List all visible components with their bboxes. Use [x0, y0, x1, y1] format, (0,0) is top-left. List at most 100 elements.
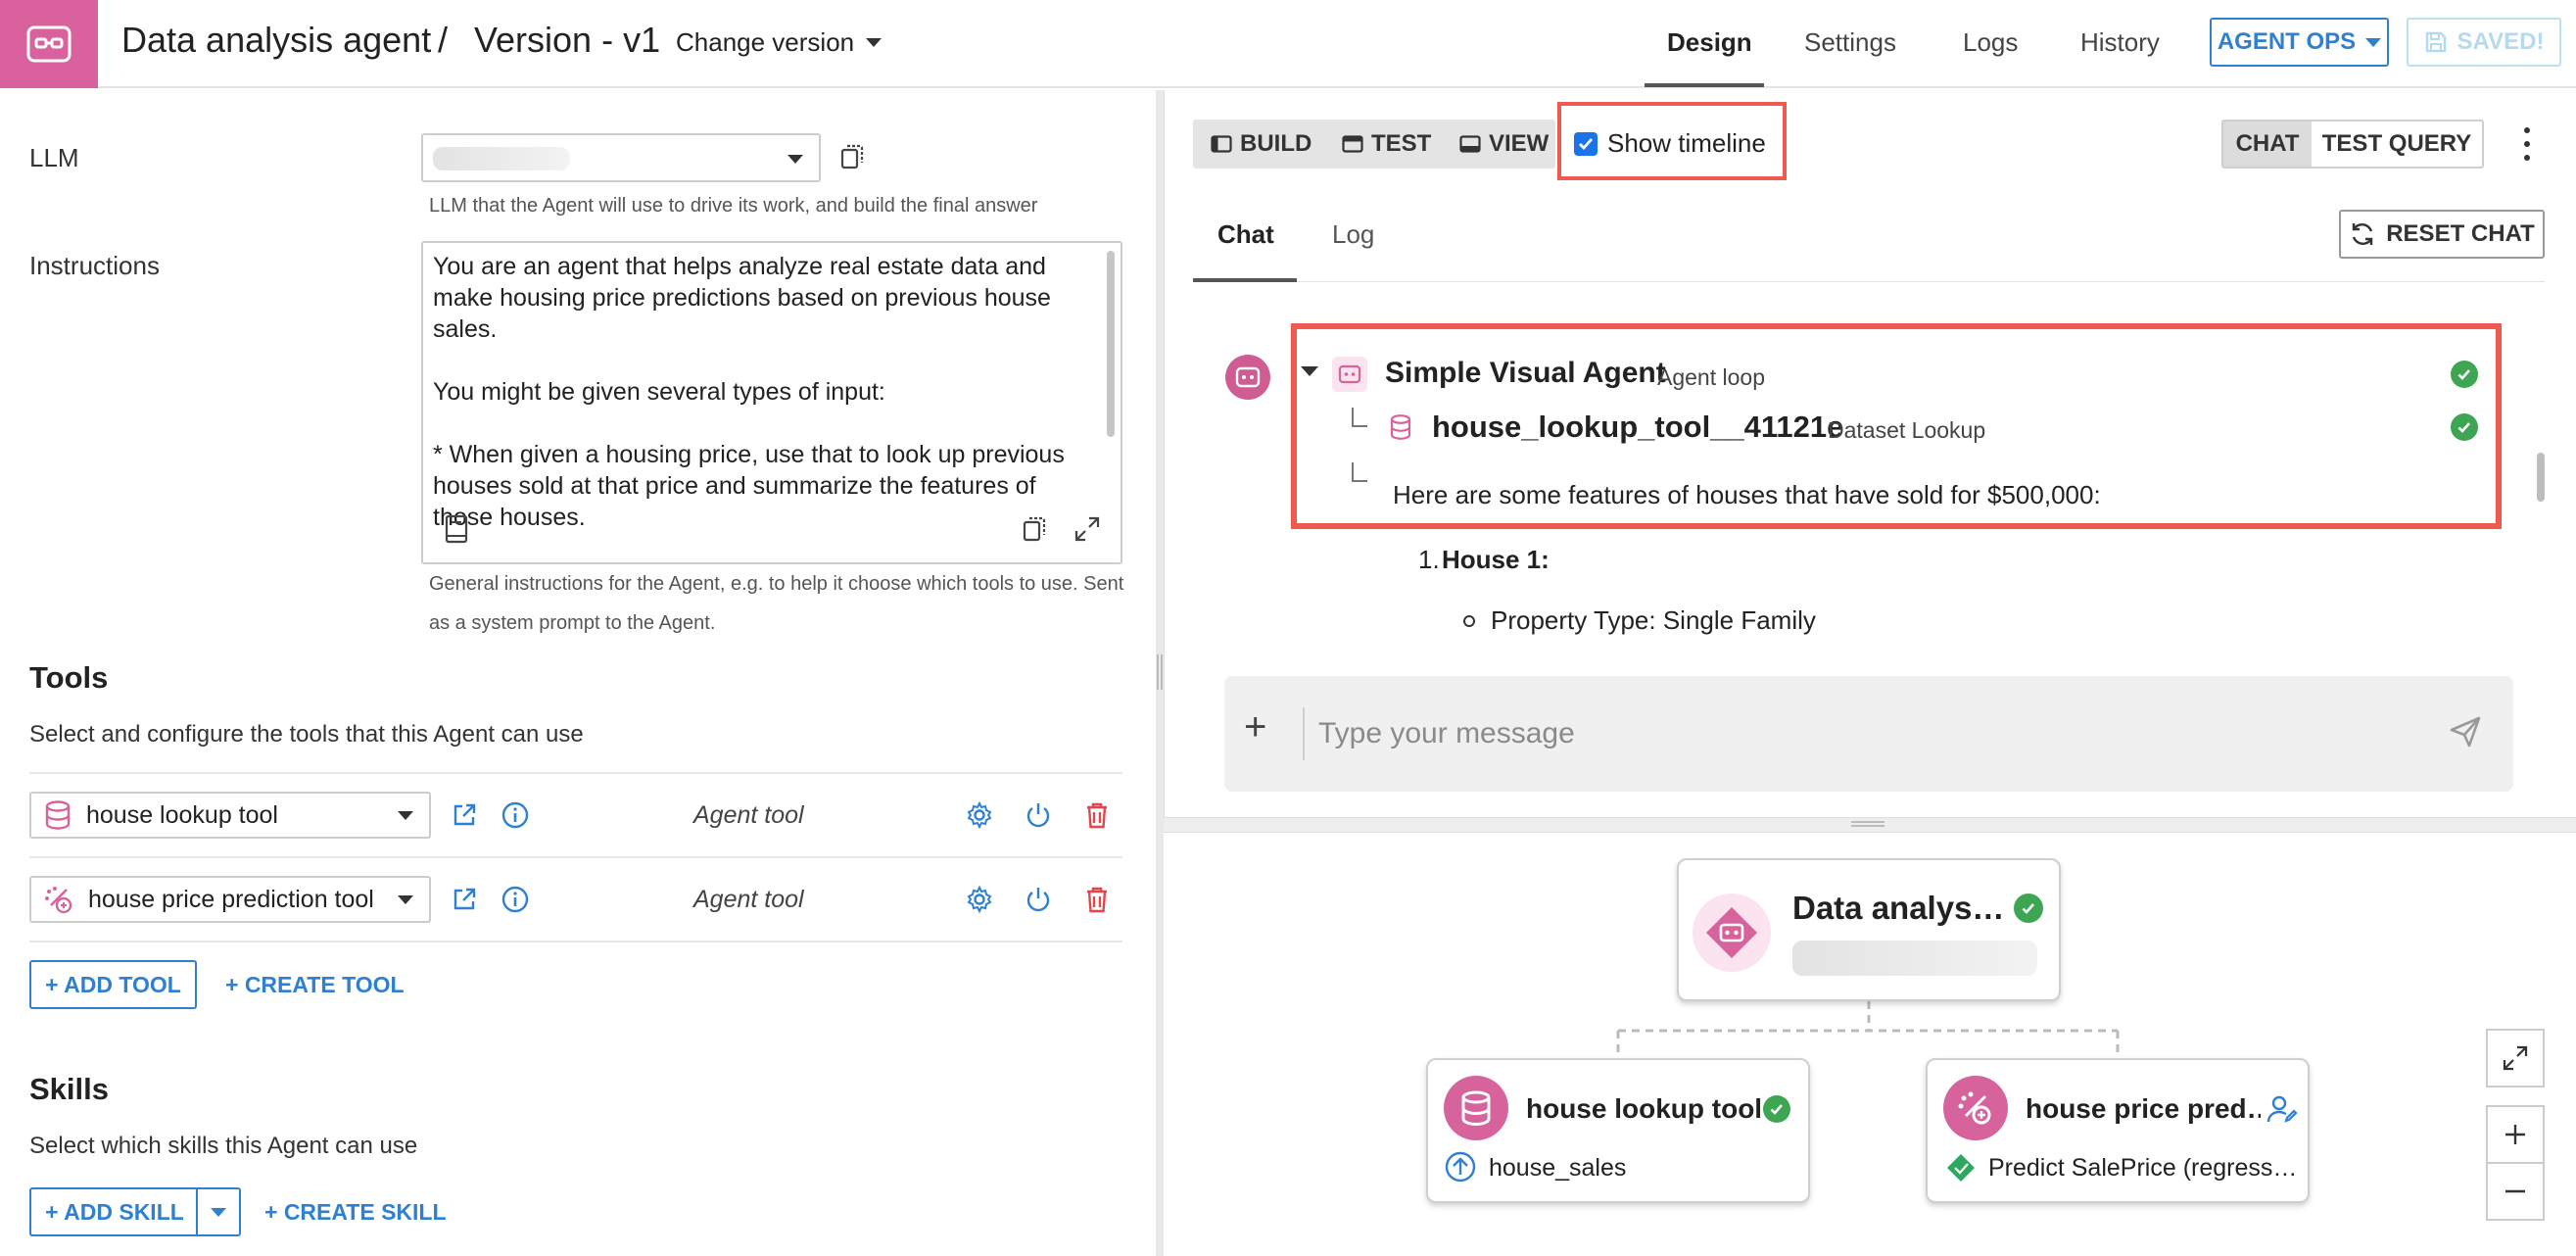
- tools-title: Tools: [29, 660, 109, 695]
- message-input[interactable]: [1318, 700, 2396, 768]
- divider: [29, 772, 1122, 774]
- tool-node-title: house lookup tool: [1526, 1093, 1761, 1124]
- llm-select[interactable]: [421, 133, 821, 182]
- tool-select-house-lookup[interactable]: house lookup tool: [29, 792, 431, 839]
- fit-view-button[interactable]: [2486, 1029, 2545, 1087]
- add-attachment-icon[interactable]: +: [1244, 705, 1266, 749]
- textarea-scrollbar[interactable]: [1107, 251, 1115, 437]
- minus-icon: [2505, 1189, 2525, 1193]
- power-icon[interactable]: [1021, 882, 1056, 917]
- database-icon: [1444, 1076, 1508, 1140]
- trash-icon[interactable]: [1079, 797, 1115, 833]
- add-skill-dropdown[interactable]: [196, 1187, 241, 1236]
- view-mode-button[interactable]: VIEW: [1459, 120, 1549, 169]
- info-icon[interactable]: [498, 882, 533, 917]
- info-icon[interactable]: [498, 797, 533, 833]
- saved-label: SAVED!: [2457, 28, 2545, 55]
- agent-name-breadcrumb[interactable]: Data analysis agent: [121, 20, 431, 61]
- skills-title: Skills: [29, 1072, 109, 1106]
- list-item-title: House 1:: [1442, 545, 1550, 574]
- graph-connectors: [1616, 1001, 2120, 1056]
- tools-help-text: Select and configure the tools that this…: [29, 721, 584, 748]
- subtab-log[interactable]: Log: [1332, 219, 1374, 250]
- build-layout-icon: [1211, 135, 1232, 153]
- open-external-icon[interactable]: [447, 797, 482, 833]
- resize-handle-icon[interactable]: [1851, 821, 1884, 827]
- change-version-label: Change version: [676, 27, 855, 57]
- llm-help-text: LLM that the Agent will use to drive its…: [429, 195, 1038, 217]
- test-mode-button[interactable]: TEST: [1342, 120, 1431, 169]
- llm-value-redacted: [433, 147, 570, 170]
- tab-history[interactable]: History: [2080, 27, 2160, 58]
- book-icon[interactable]: [439, 511, 474, 547]
- open-external-icon[interactable]: [447, 882, 482, 917]
- add-skill-button[interactable]: + ADD SKILL: [29, 1187, 198, 1236]
- agent-node-subtitle-redacted: [1792, 941, 2037, 976]
- tool-type-label: Agent tool: [693, 886, 804, 913]
- change-version-dropdown[interactable]: Change version: [676, 27, 883, 58]
- top-bar: Data analysis agent / Version - v1 Chang…: [0, 0, 2576, 88]
- chat-scrollbar[interactable]: [2537, 453, 2545, 502]
- divider: [1303, 707, 1305, 760]
- user-settings-icon[interactable]: [2266, 1093, 2298, 1130]
- tool-type-label: Agent tool: [693, 801, 804, 829]
- graph-node-house-lookup-tool[interactable]: house lookup tool house_sales: [1426, 1058, 1810, 1203]
- view-layout-icon: [1459, 135, 1481, 153]
- chat-segment-button[interactable]: CHAT: [2221, 120, 2314, 169]
- copy-icon[interactable]: [835, 139, 870, 174]
- gear-icon[interactable]: [962, 882, 997, 917]
- tool-select-house-price-prediction[interactable]: house price prediction tool: [29, 876, 431, 923]
- collapse-caret-icon[interactable]: [1301, 366, 1318, 376]
- zoom-in-button[interactable]: [2486, 1105, 2545, 1164]
- power-icon[interactable]: [1021, 797, 1056, 833]
- test-query-segment-button[interactable]: TEST QUERY: [2312, 120, 2484, 169]
- build-mode-button[interactable]: BUILD: [1211, 120, 1312, 169]
- instructions-textarea[interactable]: You are an agent that helps analyze real…: [421, 241, 1122, 564]
- create-tool-button[interactable]: + CREATE TOOL: [225, 972, 405, 998]
- tab-settings[interactable]: Settings: [1804, 27, 1896, 58]
- checkbox-checked-icon[interactable]: [1574, 131, 1598, 156]
- create-skill-button[interactable]: + CREATE SKILL: [264, 1199, 447, 1226]
- agent-ops-button[interactable]: AGENT OPS: [2210, 18, 2389, 67]
- list-item-number: 1.: [1418, 545, 1440, 574]
- tool-node-model: Predict SalePrice (regress…: [1988, 1154, 2298, 1182]
- show-timeline-checkbox[interactable]: Show timeline: [1574, 128, 1766, 159]
- reset-chat-button[interactable]: RESET CHAT: [2339, 210, 2545, 259]
- graph-node-house-price-prediction-tool[interactable]: house price pred… Predict SalePrice (reg…: [1926, 1058, 2310, 1203]
- agent-answer-text: Here are some features of houses that ha…: [1393, 480, 2101, 509]
- message-composer: +: [1224, 676, 2513, 792]
- trace-agent-type: Agent loop: [1657, 364, 1765, 390]
- active-subtab-indicator: [1193, 278, 1297, 282]
- expand-icon[interactable]: [1070, 511, 1105, 547]
- instructions-text[interactable]: You are an agent that helps analyze real…: [433, 251, 1099, 533]
- divider: [1193, 281, 2545, 282]
- save-icon: [2425, 31, 2446, 53]
- send-icon[interactable]: [2449, 715, 2482, 753]
- trash-icon[interactable]: [1079, 882, 1115, 917]
- trace-agent-name: Simple Visual Agent: [1385, 357, 1666, 389]
- chevron-down-icon: [2365, 37, 2382, 47]
- tab-logs[interactable]: Logs: [1963, 27, 2018, 58]
- agent-avatar: [1225, 355, 1270, 400]
- check-icon: [1763, 1095, 1790, 1123]
- agent-app-icon[interactable]: [0, 0, 98, 88]
- list-sub-item: Property Type: Single Family: [1491, 605, 1816, 635]
- chevron-down-icon: [787, 155, 803, 164]
- zoom-out-button[interactable]: [2486, 1162, 2545, 1221]
- tool-node-title: house price pred…: [2026, 1093, 2261, 1124]
- gear-icon[interactable]: [962, 797, 997, 833]
- check-icon: [2451, 361, 2478, 388]
- add-tool-button[interactable]: + ADD TOOL: [29, 960, 197, 1009]
- more-options-icon[interactable]: [2517, 123, 2537, 165]
- divider: [29, 856, 1122, 858]
- divider: [29, 941, 1122, 942]
- saved-button[interactable]: SAVED!: [2407, 18, 2561, 67]
- resize-handle-icon[interactable]: [1157, 654, 1163, 690]
- graph-node-agent[interactable]: Data analys…: [1677, 858, 2061, 1001]
- copy-icon[interactable]: [1017, 511, 1052, 547]
- instructions-label: Instructions: [29, 251, 160, 280]
- trace-tool-name: house_lookup_tool__41121e: [1432, 410, 1844, 444]
- upload-icon: [1444, 1150, 1477, 1188]
- subtab-chat[interactable]: Chat: [1217, 219, 1274, 250]
- tab-design[interactable]: Design: [1667, 27, 1752, 58]
